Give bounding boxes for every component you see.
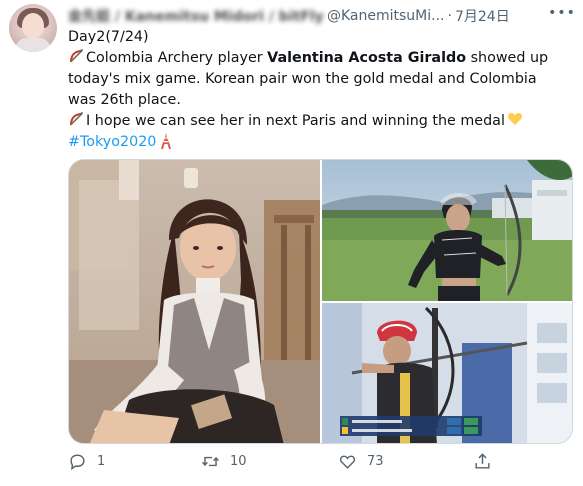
media-grid	[68, 159, 573, 444]
tweet-line-2: Colombia Archery player Valentina Acosta…	[68, 48, 568, 111]
reply-button[interactable]: 1	[68, 452, 105, 471]
tweet-actions: 1 10 73	[68, 452, 573, 476]
tweet-line-2-pre: Colombia Archery player	[86, 50, 268, 66]
tweet-line-3: I hope we can see her in next Paris and …	[68, 111, 568, 132]
reply-icon	[70, 454, 85, 471]
retweet-icon	[202, 456, 219, 467]
display-name[interactable]: 金先姐 / Kanemitsu Midori / bitFlyer	[68, 6, 323, 26]
tweet-line-4: #Tokyo2020	[68, 132, 568, 153]
photo-archer-field[interactable]	[322, 160, 572, 301]
share-icon	[475, 453, 490, 469]
tweet-date[interactable]: 7月24日	[455, 6, 510, 26]
reply-count: 1	[97, 454, 106, 469]
heart-icon	[339, 455, 356, 469]
yellow-heart-icon	[507, 113, 522, 125]
more-dots-icon[interactable]: •••	[548, 4, 575, 22]
tweet-line-3-text: I hope we can see her in next Paris and …	[86, 113, 505, 129]
retweet-count: 10	[230, 454, 247, 469]
tokyo-tower-icon	[161, 133, 172, 149]
user-handle[interactable]: @KanemitsuMi...	[327, 8, 445, 24]
hashtag-link[interactable]: #Tokyo2020	[68, 134, 156, 150]
tweet-line-1: Day2(7/24)	[68, 29, 149, 45]
athlete-name: Valentina Acosta Giraldo	[267, 50, 467, 66]
retweet-button[interactable]: 10	[201, 452, 247, 471]
avatar[interactable]	[9, 4, 57, 52]
like-button[interactable]: 73	[338, 452, 384, 471]
bow-and-arrow-icon	[70, 49, 83, 63]
bow-and-arrow-icon	[70, 112, 83, 126]
photo-portrait-sitting[interactable]	[69, 160, 320, 443]
photo-archer-competition[interactable]	[322, 303, 572, 443]
like-count: 73	[367, 454, 384, 469]
tweet-header: 金先姐 / Kanemitsu Midori / bitFlyer @Kanem…	[68, 6, 559, 26]
share-button[interactable]	[473, 452, 502, 471]
separator-dot: ·	[447, 8, 452, 24]
tweet-text: Day2(7/24) Colombia Archery player Valen…	[68, 27, 568, 153]
